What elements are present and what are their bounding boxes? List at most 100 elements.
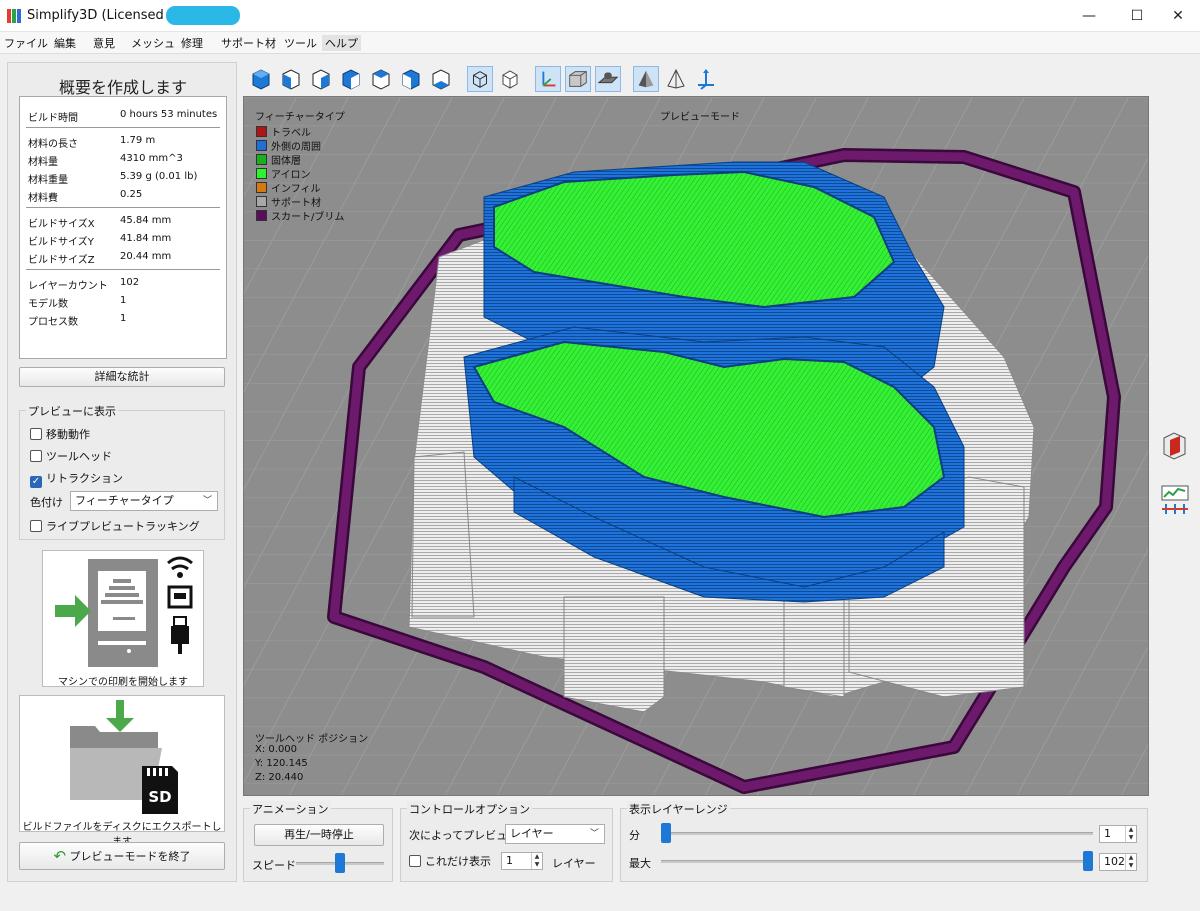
legend-solid-layer: 固体層 [256,152,301,167]
spinner-arrows-icon: ▲ ▼ [1125,854,1136,870]
min-layer-slider-thumb[interactable] [661,823,671,843]
max-layer-slider-thumb[interactable] [1083,851,1093,871]
preview-display-group: プレビューに表示 移動動作 ツールヘッド ✓ リトラクション 色付け フィーチャー… [19,403,225,540]
chevron-down-icon: ﹀ [589,829,599,839]
preview-mode-label: プレビューモード [660,112,740,123]
layer-range-label: 表示レイヤーレンジ [627,801,730,817]
preview-3d-scene [244,97,1148,795]
cube-view-back-icon[interactable] [308,66,334,92]
preview-viewport[interactable]: フィーチャータイプ プレビューモード トラベル 外側の周囲 固体層 アイロン イ… [243,96,1149,796]
support-tower [411,451,475,618]
play-pause-button[interactable]: 再生/一時停止 [254,824,384,846]
retraction-checkbox[interactable]: ✓ リトラクション [30,470,123,488]
menu-help[interactable]: ヘルプ [322,35,361,51]
orthographic-view-icon[interactable] [497,66,523,92]
max-layer-slider-track[interactable] [661,860,1093,863]
toolhead-checkbox[interactable]: ツールヘッド [30,448,112,464]
redacted-license-name [166,6,240,25]
toolhead-z: Z: 20.440 [255,772,304,783]
toolhead-position-title: ツールヘッド ポジション [255,734,369,745]
cube-view-front-icon[interactable] [278,66,304,92]
animation-label: アニメーション [250,801,331,817]
menu-edit[interactable]: 編集 [54,35,76,51]
spinner-arrows-icon: ▲ ▼ [531,853,542,869]
toolhead-x: X: 0.000 [255,744,298,755]
export-file-card[interactable]: SD ビルドファイルをディスクにエクスポートします [19,695,225,848]
exit-preview-button[interactable]: ↶ プレビューモードを終了 [19,842,225,870]
toolhead-y: Y: 120.145 [255,758,308,769]
legend-support: サポート材 [256,194,321,209]
menu-bar: ファイル 編集 意見 メッシュ 修理 サポート材 ツール ヘルプ [0,32,1200,54]
print-bed-icon[interactable] [595,66,621,92]
menu-repair[interactable]: 修理 [181,35,203,51]
legend-skirt-brim: スカート/ブリム [256,208,344,223]
control-options-group: コントロールオプション 次によってプレビュー レイヤー ﹀ これだけ表示 1 ▲ ▼ … [400,801,613,882]
summary-title: 概要を作成します [58,78,187,97]
live-tracking-checkbox[interactable]: ライブプレビュートラッキング [30,518,200,534]
stats-box: ビルド時間 0 hours 53 minutes 材料の長さ 1.79 m 材料量 4… [19,96,227,359]
min-layer-spinner[interactable]: 1 ▲ ▼ [1099,825,1137,843]
cube-view-left-icon[interactable] [338,66,364,92]
cube-view-default-icon[interactable] [248,66,274,92]
spinner-arrows-icon: ▲ ▼ [1125,826,1136,842]
preview-summary-panel: 概要を作成します ビルド時間 0 hours 53 minutes 材料の長さ 1.… [7,62,237,882]
control-options-label: コントロールオプション [407,801,532,817]
sd-card-label: SD [148,788,171,806]
max-layer-label: 最大 [629,857,651,870]
legend-outer-perimeter: 外側の周囲 [256,138,321,153]
show-only-spinner[interactable]: 1 ▲ ▼ [501,852,543,870]
build-volume-icon[interactable] [565,66,591,92]
export-folder-sd-icon: SD [70,700,178,814]
max-layer-spinner[interactable]: 102 ▲ ▼ [1099,853,1137,871]
perspective-view-icon[interactable] [467,66,493,92]
speed-slider-thumb[interactable] [335,853,345,873]
minimize-button[interactable]: — [1067,0,1111,32]
menu-support[interactable]: サポート材 [221,35,276,51]
support-tower [783,596,845,698]
title-bar: Simplify3D (Licensed to — ☐ ✕ [0,0,1200,32]
stat-divider [26,269,220,270]
cube-view-bottom-icon[interactable] [428,66,454,92]
menu-tools[interactable]: ツール [284,35,317,51]
show-only-checkbox[interactable]: これだけ表示 [409,853,491,869]
stat-divider [26,127,220,128]
menu-view[interactable]: 意見 [93,35,115,51]
window-title: Simplify3D (Licensed to [27,8,181,23]
legend-title: フィーチャータイプ [255,112,345,123]
shaded-solid-icon[interactable] [633,66,659,92]
cross-section-tool-icon[interactable] [1158,428,1192,462]
preview-by-select[interactable]: レイヤー ﹀ [505,824,605,844]
legend-travel: トラベル [256,124,311,139]
min-layer-slider-track[interactable] [661,832,1093,835]
min-layer-label: 分 [629,829,640,842]
cube-view-right-icon[interactable] [368,66,394,92]
travel-checkbox[interactable]: 移動動作 [30,426,90,442]
detailed-stats-button[interactable]: 詳細な統計 [19,367,225,387]
animation-group: アニメーション 再生/一時停止 スピード [243,801,393,882]
layer-range-group: 表示レイヤーレンジ 分 1 ▲ ▼ 最大 102 ▲ ▼ [620,801,1148,882]
speed-graph-tool-icon[interactable] [1158,483,1192,517]
cube-view-top-icon[interactable] [398,66,424,92]
start-print-card[interactable]: マシンでの印刷を開始します [42,550,204,688]
back-arrow-icon: ↶ [53,847,67,865]
show-only-unit: レイヤー [552,857,596,870]
view-toolbar [245,64,725,96]
start-print-caption: マシンでの印刷を開始します [58,677,188,688]
speed-label: スピード [252,859,296,872]
menu-file[interactable]: ファイル [4,35,48,51]
coloring-select[interactable]: フィーチャータイプ ﹀ [70,491,218,511]
preview-display-label: プレビューに表示 [26,403,118,419]
stat-divider [26,207,220,208]
maximize-button[interactable]: ☐ [1115,0,1159,32]
legend-infill: インフィル [256,180,321,195]
center-axes-icon[interactable] [693,66,719,92]
close-button[interactable]: ✕ [1156,0,1200,32]
menu-mesh[interactable]: メッシュ [131,35,175,51]
preview-by-label: 次によってプレビュー [409,829,519,842]
wireframe-icon[interactable] [663,66,689,92]
printer-machine-icon [55,556,193,667]
coloring-label: 色付け [30,496,63,509]
axes-toggle-icon[interactable] [535,66,561,92]
simplify3d-logo-icon [7,9,21,23]
support-tower [563,596,665,713]
